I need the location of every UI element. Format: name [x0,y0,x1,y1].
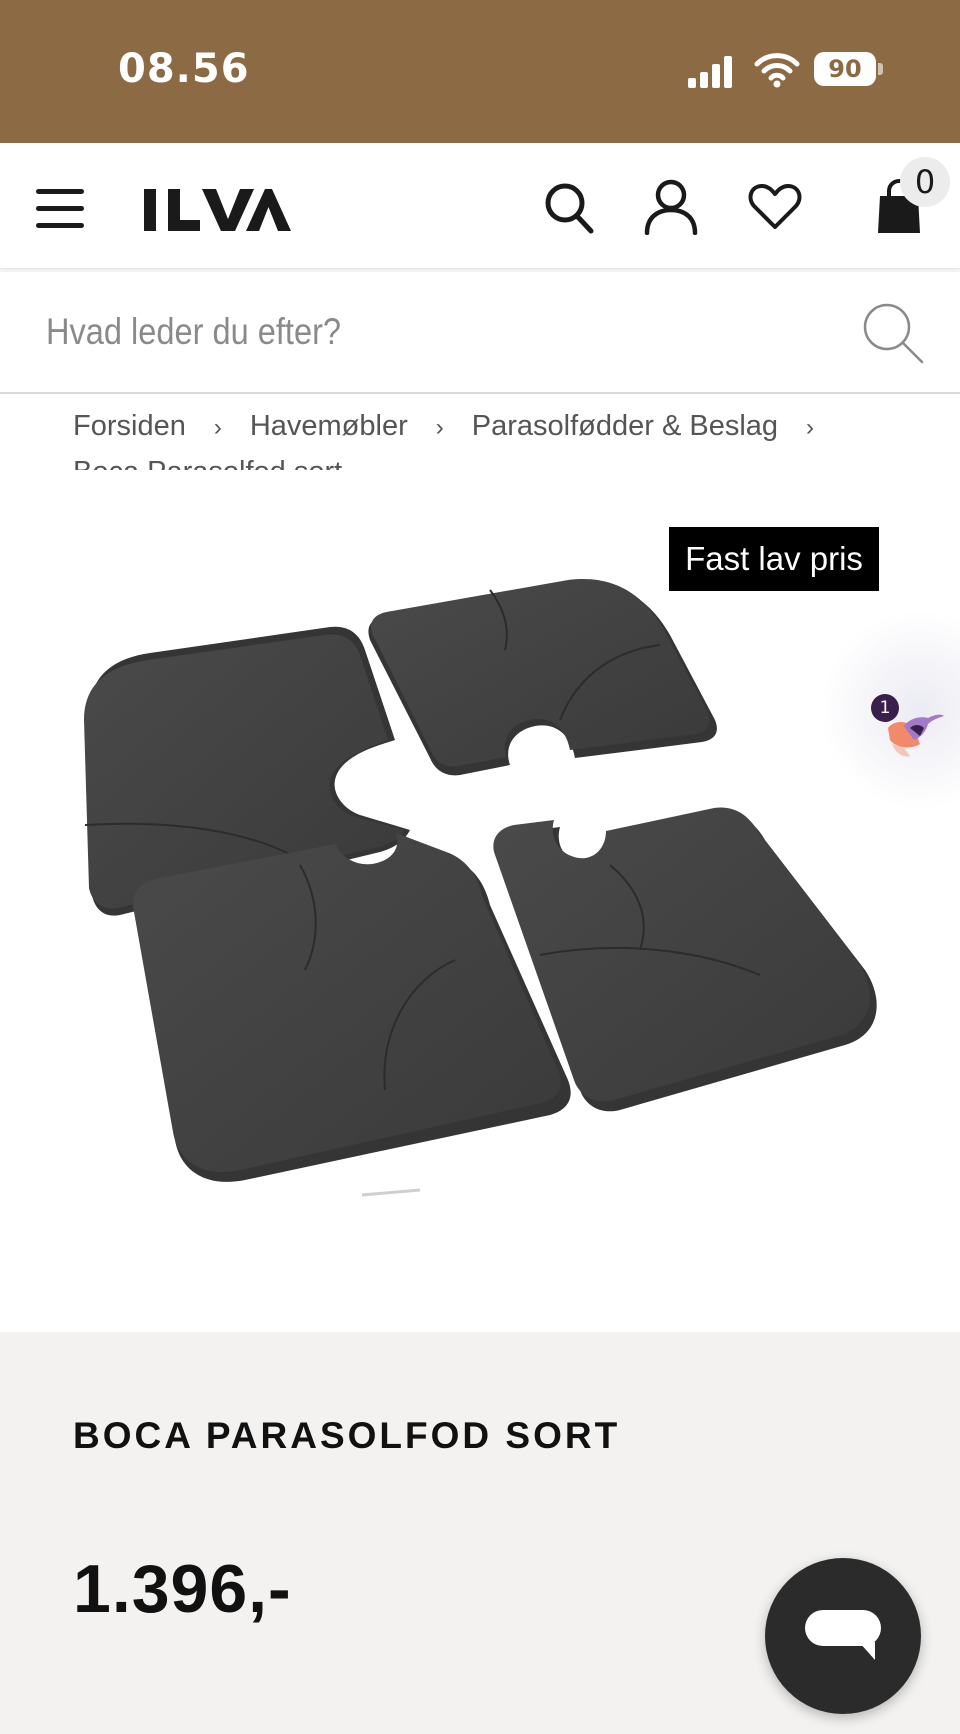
breadcrumb-item-parasol-feet[interactable]: Parasolfødder & Beslag [472,410,778,442]
breadcrumb-separator: › [435,414,444,441]
search-input[interactable] [46,296,733,368]
ilva-logo [144,189,291,231]
wifi-icon [754,53,800,88]
product-image[interactable] [0,470,960,1332]
status-bar: 08.56 90 [0,0,960,143]
breadcrumb-item-garden-furniture[interactable]: Havemøbler [250,410,408,442]
product-title: BOCA PARASOLFOD SORT [73,1415,620,1457]
menu-icon [36,189,84,228]
fixed-low-price-badge: Fast lav pris [669,527,879,591]
search-icon [545,183,594,234]
account-button[interactable] [644,179,698,236]
product-brand: BOCA [73,1415,193,1456]
status-time: 08.56 [118,46,250,92]
chat-bubble-icon [805,1610,881,1660]
status-icons: 90 [686,50,886,92]
product-name: PARASOLFOD SORT [205,1415,621,1456]
breadcrumb-item-home[interactable]: Forsiden [73,410,186,442]
assistant-notification-badge: 1 [871,694,899,722]
battery-tip [878,63,883,75]
cellular-signal-icon [688,56,732,88]
search-bar [0,272,960,394]
search-button[interactable] [543,181,595,235]
cart-count-badge: 0 [900,157,950,207]
site-header: 0 [0,143,960,269]
battery-icon: 90 [814,52,876,86]
search-icon [863,303,924,364]
product-price: 1.396,- [73,1551,292,1627]
heart-icon [748,184,802,229]
breadcrumb-separator: › [213,414,222,441]
breadcrumb-separator: › [806,414,815,441]
wishlist-button[interactable] [748,183,802,231]
search-submit-button[interactable] [860,300,926,366]
chat-button[interactable] [765,1558,921,1714]
account-icon [644,179,698,236]
logo[interactable] [142,187,292,233]
menu-button[interactable] [34,187,86,231]
product-image-area: Fast lav pris 1 [0,470,960,1332]
